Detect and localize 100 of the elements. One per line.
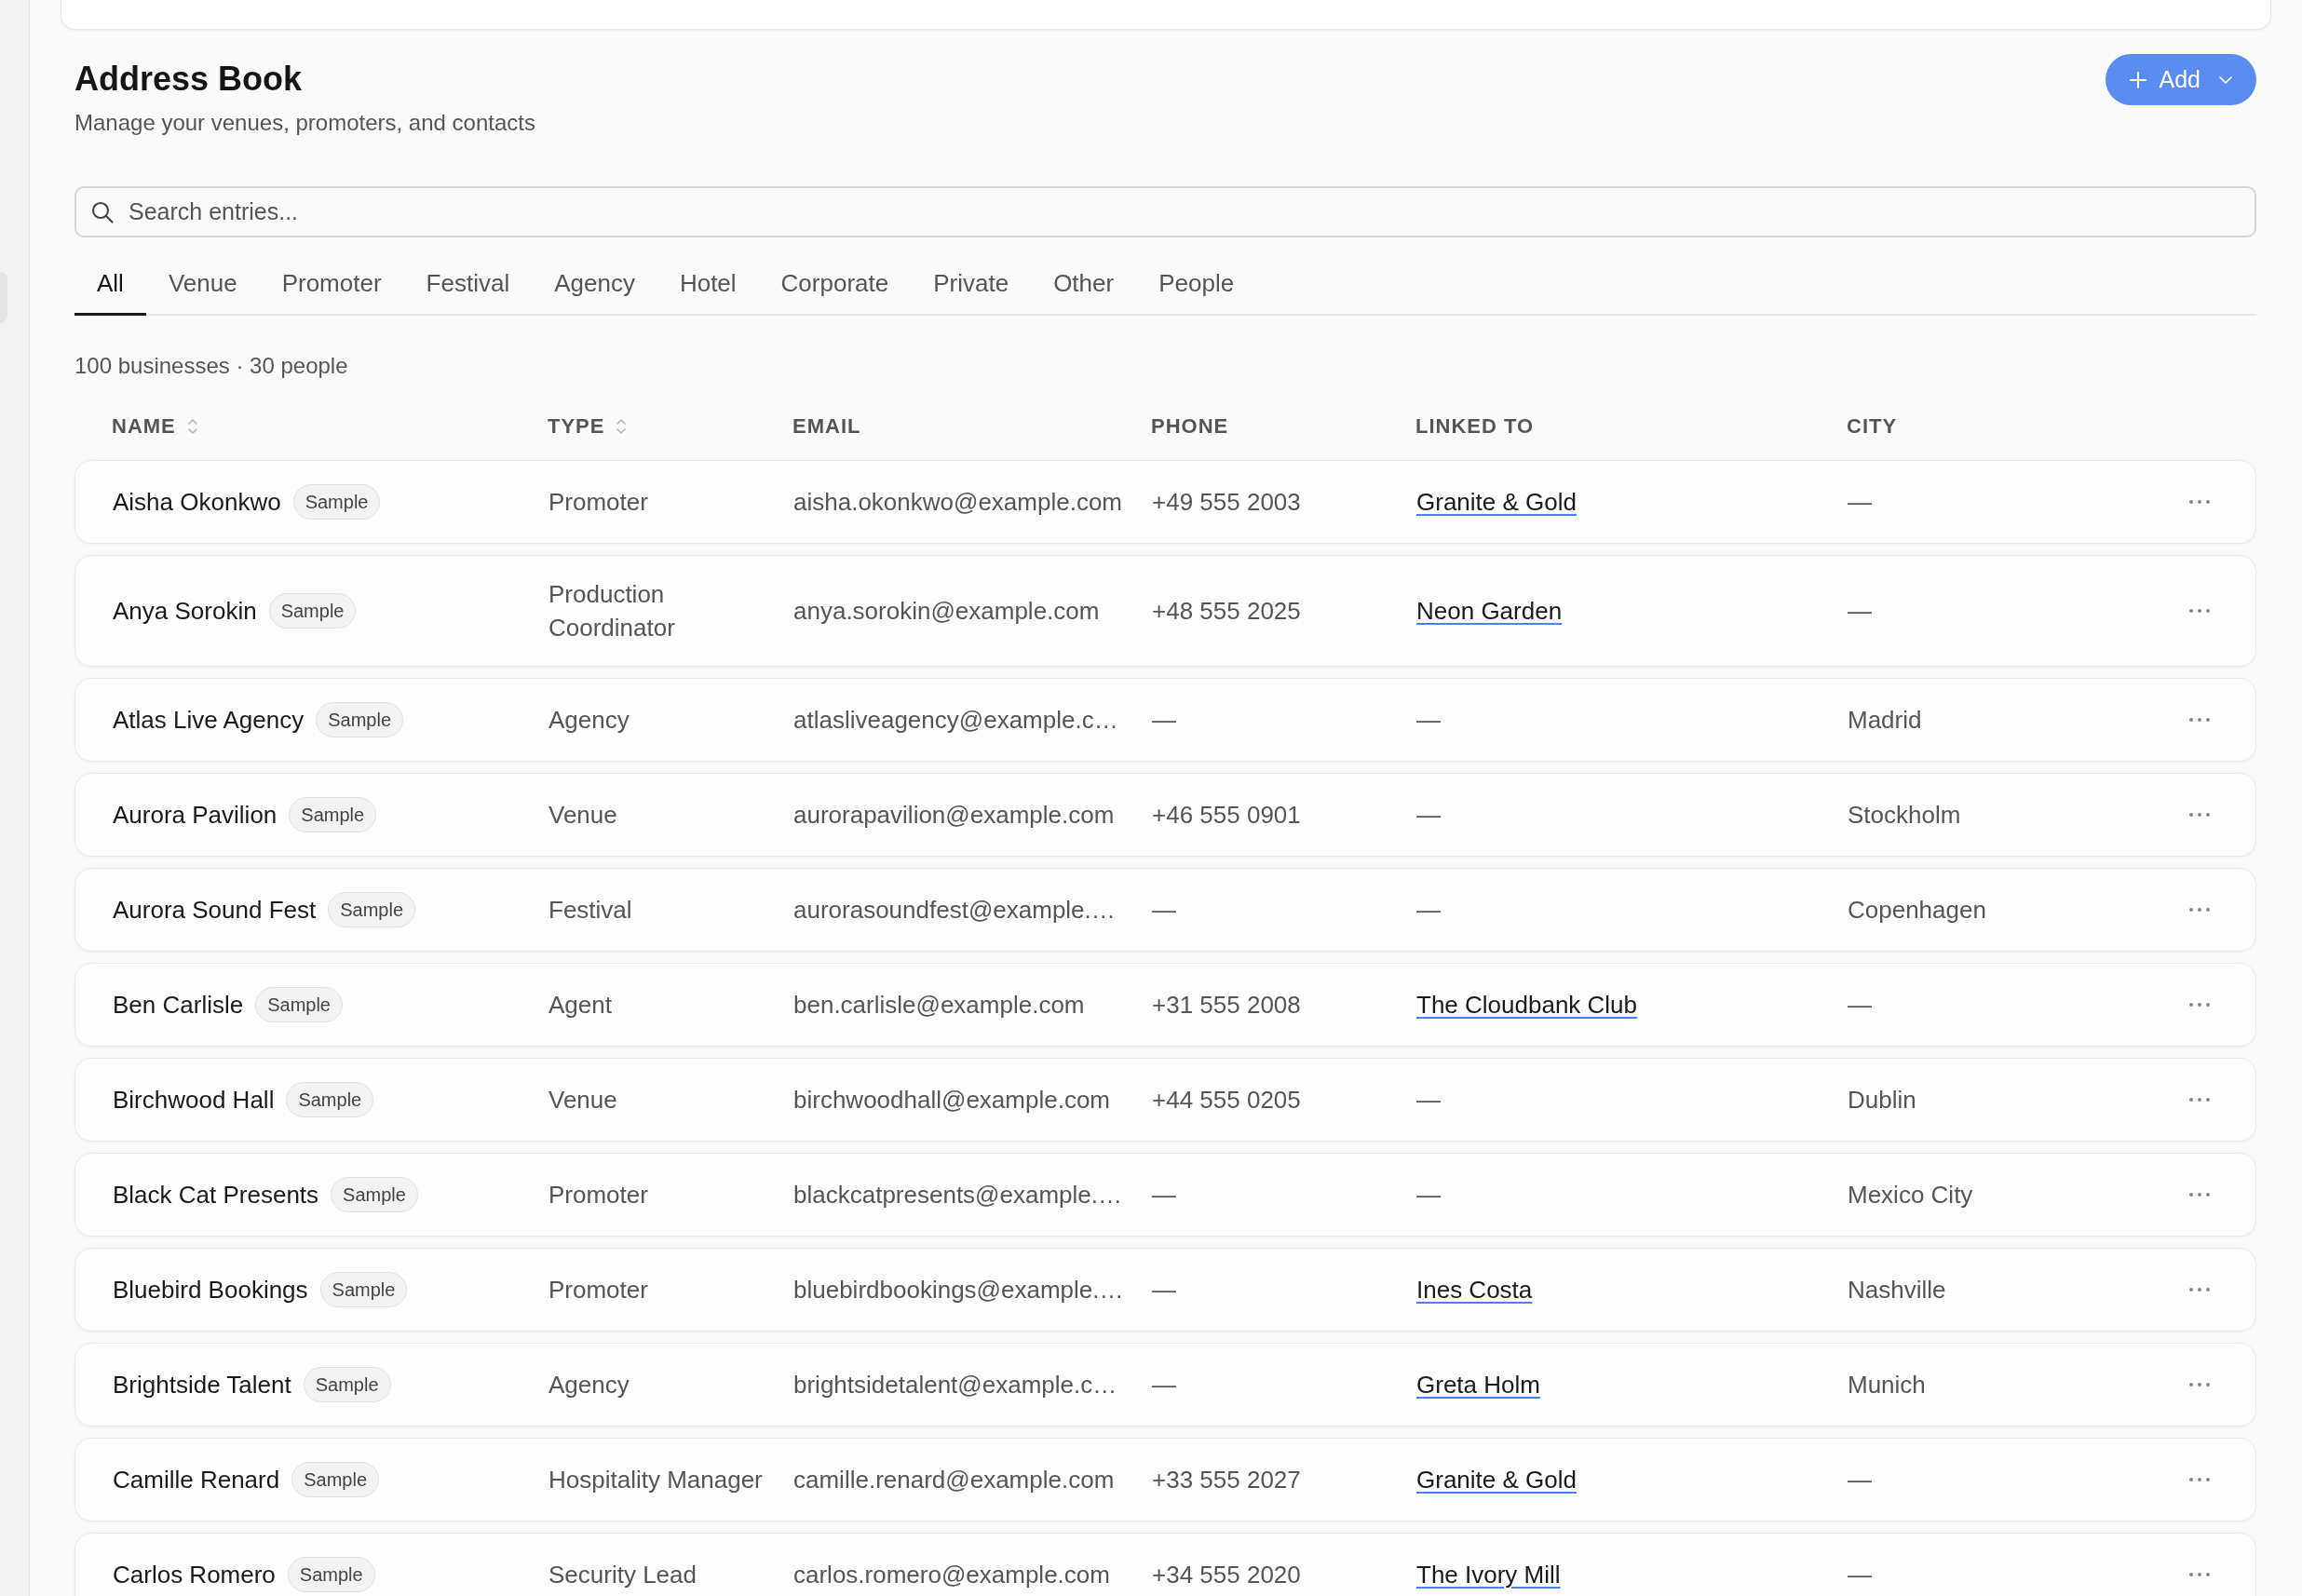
email-address: ben.carlisle@example.com <box>793 991 1085 1019</box>
more-icon[interactable] <box>2188 717 2211 723</box>
contact-type: Production Coordinator <box>548 580 675 642</box>
email-address: carlos.romero@example.com <box>793 1561 1110 1589</box>
filter-tab[interactable]: Hotel <box>657 252 759 316</box>
contact-row[interactable]: Birchwood Hall Sample Venue birchwoodhall@example.com +44 555 0205 — Dublin <box>74 1058 2256 1142</box>
contact-type: Festival <box>548 896 632 924</box>
linked-contact-link[interactable]: The Cloudbank Club <box>1416 991 1638 1019</box>
contact-row[interactable]: Ben Carlisle Sample Agent ben.carlisle@example.com +31 555 2008 The Cloudbank Club — <box>74 963 2256 1047</box>
more-icon[interactable] <box>2188 907 2211 913</box>
sample-badge: Sample <box>289 797 377 832</box>
more-icon[interactable] <box>2188 1287 2211 1292</box>
linked-contact-link[interactable]: Greta Holm <box>1416 1371 1540 1399</box>
contact-row[interactable]: Brightside Talent Sample Agency brightsidetalent@example.c… — Greta Holm Munich <box>74 1343 2256 1427</box>
city-value: — <box>1848 991 1872 1019</box>
linked-contact-link[interactable]: Granite & Gold <box>1416 1466 1577 1494</box>
email-address: blackcatpresents@example.… <box>793 1181 1122 1209</box>
email-address: aurorapavilion@example.com <box>793 801 1115 829</box>
more-icon[interactable] <box>2188 1002 2211 1008</box>
city-value: — <box>1848 488 1872 516</box>
contact-name: Aurora Pavilion <box>113 800 278 830</box>
sample-badge: Sample <box>316 702 404 737</box>
contact-name: Camille Renard <box>113 1465 280 1495</box>
plus-icon <box>2129 71 2146 88</box>
sort-icon[interactable] <box>616 417 628 436</box>
linked-contact-link[interactable]: The Ivory Mill <box>1416 1561 1561 1589</box>
contact-name: Bluebird Bookings <box>113 1275 308 1305</box>
filter-tab[interactable]: Venue <box>145 252 260 316</box>
filter-tab[interactable]: Private <box>911 252 1032 316</box>
more-icon[interactable] <box>2188 1192 2211 1197</box>
filter-tab[interactable]: People <box>1136 252 1257 316</box>
sample-badge: Sample <box>268 593 357 629</box>
contact-row[interactable]: Aurora Sound Fest Sample Festival aurorasoundfest@example.… — — Copenhagen <box>74 868 2256 952</box>
contact-row[interactable]: Aisha Okonkwo Sample Promoter aisha.okonkwo@example.com +49 555 2003 Granite & Gold — <box>74 460 2256 544</box>
more-icon[interactable] <box>2188 608 2211 614</box>
sample-badge: Sample <box>319 1272 408 1307</box>
empty-value: — <box>1416 1086 1441 1114</box>
filter-tab[interactable]: All <box>74 252 146 316</box>
phone-value: +49 555 2003 <box>1152 488 1301 516</box>
sample-badge: Sample <box>291 1462 379 1497</box>
contact-type: Agent <box>548 991 612 1019</box>
filter-tab[interactable]: Festival <box>403 252 533 316</box>
phone-value: — <box>1152 1371 1176 1399</box>
email-address: brightsidetalent@example.c… <box>793 1371 1117 1399</box>
city-value: Nashville <box>1848 1276 1946 1304</box>
contact-name: Brightside Talent <box>113 1370 291 1400</box>
more-icon[interactable] <box>2188 1097 2211 1102</box>
contact-row[interactable]: Carlos Romero Sample Security Lead carlos.romero@example.com +34 555 2020 The Ivory Mill — <box>74 1533 2256 1596</box>
column-header: TYPE <box>548 414 605 439</box>
phone-value: +34 555 2020 <box>1152 1561 1301 1589</box>
column-header: NAME <box>112 414 176 439</box>
phone-value: +31 555 2008 <box>1152 991 1301 1019</box>
city-value: Dublin <box>1848 1086 1916 1114</box>
contact-type: Promoter <box>548 1276 648 1304</box>
filter-tab[interactable]: Promoter <box>259 252 404 316</box>
linked-contact-link[interactable]: Granite & Gold <box>1416 488 1577 516</box>
more-icon[interactable] <box>2188 1382 2211 1387</box>
contact-name: Atlas Live Agency <box>113 705 305 735</box>
more-icon[interactable] <box>2188 499 2211 505</box>
linked-contact-link[interactable]: Ines Costa <box>1416 1276 1533 1304</box>
contact-row[interactable]: Aurora Pavilion Sample Venue aurorapavilion@example.com +46 555 0901 — Stockholm <box>74 773 2256 857</box>
search-field[interactable]: Search entries... <box>74 186 2256 237</box>
contact-name: Black Cat Presents <box>113 1180 319 1210</box>
email-address: aisha.okonkwo@example.com <box>793 488 1122 516</box>
city-value: — <box>1848 1466 1872 1494</box>
sample-badge: Sample <box>331 1177 418 1212</box>
sample-badge: Sample <box>286 1082 374 1117</box>
contact-type: Promoter <box>548 1181 648 1209</box>
chevron-down-icon <box>2219 75 2232 84</box>
city-value: Mexico City <box>1848 1181 1973 1209</box>
more-icon[interactable] <box>2188 812 2211 818</box>
contact-type: Agency <box>548 706 630 734</box>
contact-row[interactable]: Camille Renard Sample Hospitality Manager camille.renard@example.com +33 555 2027 Granite & Gold — <box>74 1438 2256 1522</box>
contact-type: Promoter <box>548 488 648 516</box>
column-header: EMAIL <box>792 414 861 439</box>
more-icon[interactable] <box>2188 1572 2211 1577</box>
contact-name: Carlos Romero <box>113 1560 276 1589</box>
phone-value: +33 555 2027 <box>1152 1466 1301 1494</box>
contact-row[interactable]: Atlas Live Agency Sample Agency atlasliveagency@example.c… — — Madrid <box>74 678 2256 762</box>
contact-name: Anya Sorokin <box>113 596 257 626</box>
contact-type: Security Lead <box>548 1561 697 1589</box>
page-subtitle: Manage your venues, promoters, and contacts <box>74 109 535 137</box>
linked-contact-link[interactable]: Neon Garden <box>1416 597 1563 625</box>
city-value: Munich <box>1848 1371 1926 1399</box>
email-address: aurorasoundfest@example.… <box>793 896 1116 924</box>
phone-value: — <box>1152 706 1176 734</box>
email-address: bluebirdbookings@example.… <box>793 1276 1124 1304</box>
contact-row[interactable]: Black Cat Presents Sample Promoter blackcatpresents@example.… — — Mexico City <box>74 1153 2256 1237</box>
contact-row[interactable]: Anya Sorokin Sample Production Coordinator anya.sorokin@example.com +48 555 2025 Neon Garden — <box>74 555 2256 667</box>
contact-name: Birchwood Hall <box>113 1085 275 1115</box>
filter-tab[interactable]: Agency <box>532 252 657 316</box>
contact-row[interactable]: Bluebird Bookings Sample Promoter bluebirdbookings@example.… — Ines Costa Nashville <box>74 1248 2256 1332</box>
phone-value: +44 555 0205 <box>1152 1086 1301 1114</box>
filter-tab[interactable]: Other <box>1031 252 1137 316</box>
filter-tab[interactable]: Corporate <box>758 252 912 316</box>
more-icon[interactable] <box>2188 1477 2211 1482</box>
phone-value: — <box>1152 1181 1176 1209</box>
sample-badge: Sample <box>303 1367 391 1402</box>
sort-icon[interactable] <box>186 417 198 436</box>
sample-badge: Sample <box>287 1557 375 1592</box>
